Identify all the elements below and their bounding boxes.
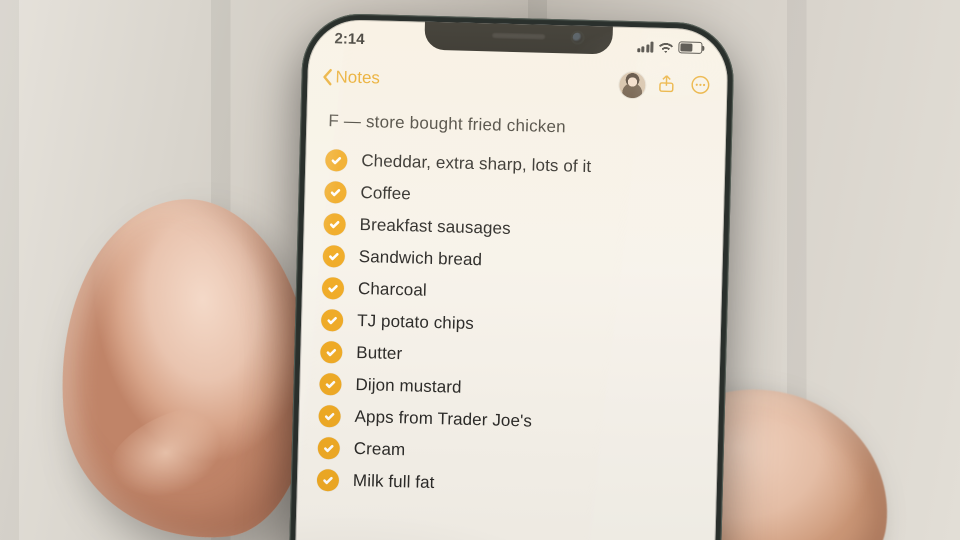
wifi-icon: [658, 41, 673, 52]
iphone-device: 2:14 Notes: [287, 12, 735, 540]
chevron-left-icon: [321, 68, 333, 86]
checkmark-circle-icon[interactable]: [325, 149, 348, 172]
ellipsis-circle-icon: [689, 73, 712, 101]
checklist-item[interactable]: TJ potato chips: [321, 309, 701, 341]
checklist-item[interactable]: Apps from Trader Joe's: [318, 405, 698, 437]
checklist-item[interactable]: Sandwich bread: [323, 245, 703, 277]
checklist-item[interactable]: Butter: [320, 341, 700, 373]
phone-screen: 2:14 Notes: [293, 19, 729, 540]
checkmark-circle-icon[interactable]: [318, 405, 341, 428]
status-bar: 2:14: [308, 27, 728, 60]
collaborator-avatar[interactable]: [619, 72, 646, 99]
checklist-item[interactable]: Cream: [318, 437, 698, 469]
checkmark-circle-icon[interactable]: [321, 309, 344, 332]
checkmark-circle-icon[interactable]: [322, 277, 345, 300]
share-button[interactable]: [653, 73, 680, 100]
checklist-item[interactable]: Coffee: [324, 181, 704, 213]
note-heading[interactable]: F — store bought fried chicken: [328, 111, 704, 141]
status-time: 2:14: [334, 30, 364, 48]
checklist-item[interactable]: Milk full fat: [317, 469, 697, 501]
more-button[interactable]: [687, 74, 714, 101]
checklist-item-text[interactable]: Dijon mustard: [355, 375, 462, 398]
checklist-item-text[interactable]: Apps from Trader Joe's: [354, 407, 532, 432]
checklist-item-text[interactable]: Sandwich bread: [359, 247, 483, 270]
checklist-item-text[interactable]: Butter: [356, 343, 402, 364]
checkmark-circle-icon[interactable]: [318, 437, 341, 460]
checklist-item[interactable]: Dijon mustard: [319, 373, 699, 405]
battery-icon: [678, 41, 702, 54]
checklist-item-text[interactable]: Milk full fat: [353, 471, 435, 493]
checkmark-circle-icon[interactable]: [323, 213, 346, 236]
checklist-item-text[interactable]: Coffee: [360, 183, 411, 204]
checklist-item[interactable]: Breakfast sausages: [323, 213, 703, 245]
checklist-item-text[interactable]: Cream: [354, 439, 406, 460]
checkmark-circle-icon[interactable]: [324, 181, 347, 204]
checkmark-circle-icon[interactable]: [323, 245, 346, 268]
back-button[interactable]: Notes: [321, 67, 380, 89]
back-label: Notes: [335, 67, 380, 88]
thumb: [43, 188, 327, 540]
note-body[interactable]: F — store bought fried chicken Cheddar, …: [293, 101, 727, 540]
checklist-item-text[interactable]: Cheddar, extra sharp, lots of it: [361, 151, 591, 177]
checklist: Cheddar, extra sharp, lots of it Coffee Br…: [317, 149, 706, 501]
cellular-signal-icon: [637, 41, 654, 52]
checkmark-circle-icon[interactable]: [317, 469, 340, 492]
checkmark-circle-icon[interactable]: [320, 341, 343, 364]
checklist-item-text[interactable]: Breakfast sausages: [359, 215, 511, 239]
checkmark-circle-icon[interactable]: [319, 373, 342, 396]
checklist-item[interactable]: Charcoal: [322, 277, 702, 309]
share-icon: [655, 72, 678, 100]
checklist-item-text[interactable]: Charcoal: [358, 279, 427, 301]
checklist-item-text[interactable]: TJ potato chips: [357, 311, 474, 334]
navigation-bar: Notes: [307, 57, 728, 108]
checklist-item[interactable]: Cheddar, extra sharp, lots of it: [325, 149, 705, 181]
